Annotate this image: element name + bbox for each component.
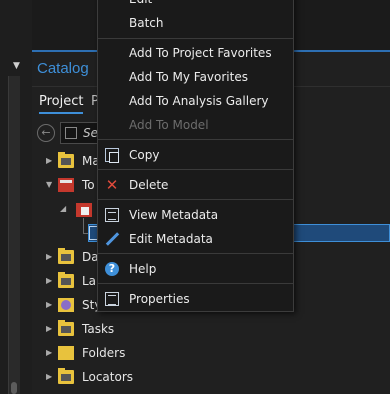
menu-item-edit-metadata[interactable]: Edit Metadata bbox=[98, 227, 293, 251]
chevron-down-icon[interactable]: ▼ bbox=[13, 61, 20, 71]
expand-arrow-icon[interactable]: ▶ bbox=[46, 294, 56, 316]
catalog-pane-title: Catalog bbox=[37, 60, 89, 77]
menu-item-label: Edit Metadata bbox=[129, 232, 213, 246]
menu-separator bbox=[98, 199, 293, 200]
toolboxes-folder-icon bbox=[58, 178, 74, 192]
menu-separator bbox=[98, 283, 293, 284]
left-panel-scrollbar-thumb[interactable] bbox=[11, 382, 17, 394]
expand-arrow-icon[interactable]: ▶ bbox=[46, 366, 56, 388]
expand-arrow-icon[interactable]: ▶ bbox=[46, 270, 56, 292]
help-icon: ? bbox=[105, 262, 119, 276]
menu-item-label: Copy bbox=[129, 148, 160, 162]
menu-item-label: Add To Analysis Gallery bbox=[129, 94, 269, 108]
search-placeholder: Se bbox=[83, 126, 98, 140]
styles-folder-icon bbox=[58, 298, 74, 312]
menu-item-edit[interactable]: Edit bbox=[98, 0, 293, 11]
menu-item-add-model: Add To Model bbox=[98, 113, 293, 137]
menu-separator bbox=[98, 169, 293, 170]
menu-item-label: Delete bbox=[129, 178, 169, 192]
menu-item-copy[interactable]: Copy bbox=[98, 143, 293, 167]
menu-item-label: Properties bbox=[129, 292, 190, 306]
menu-item-help[interactable]: ? Help bbox=[98, 257, 293, 281]
folders-folder-icon bbox=[58, 346, 74, 360]
tree-item-tasks[interactable]: ▶ Tasks bbox=[46, 318, 186, 340]
tree-item-label: Folders bbox=[82, 346, 126, 360]
menu-item-delete[interactable]: ✕ Delete bbox=[98, 173, 293, 197]
maps-folder-icon bbox=[58, 152, 74, 168]
databases-folder-icon bbox=[58, 248, 74, 264]
expand-arrow-icon[interactable]: ▶ bbox=[46, 318, 56, 340]
menu-item-label: Add To Model bbox=[129, 118, 209, 132]
menu-item-view-metadata[interactable]: View Metadata bbox=[98, 203, 293, 227]
menu-item-add-analysis-gallery[interactable]: Add To Analysis Gallery bbox=[98, 89, 293, 113]
menu-item-label: Edit bbox=[129, 0, 152, 11]
tree-item-label: La bbox=[82, 274, 97, 288]
layouts-folder-icon bbox=[58, 272, 74, 288]
menu-item-label: Add To My Favorites bbox=[129, 70, 248, 84]
expand-arrow-icon[interactable]: ▶ bbox=[46, 246, 56, 268]
menu-separator bbox=[98, 38, 293, 39]
copy-icon bbox=[105, 148, 119, 163]
context-menu: Edit Batch Add To Project Favorites Add … bbox=[97, 0, 294, 312]
tree-connector-line bbox=[83, 218, 84, 234]
collapse-arrow-icon[interactable]: ▼ bbox=[46, 174, 56, 196]
properties-icon bbox=[105, 292, 119, 306]
view-metadata-icon bbox=[105, 208, 119, 222]
back-arrow-icon[interactable]: ← bbox=[37, 124, 55, 142]
toolbox-icon[interactable] bbox=[76, 203, 92, 217]
tasks-folder-icon bbox=[58, 320, 74, 336]
collapse-arrow-icon[interactable]: ◢ bbox=[60, 204, 66, 213]
tree-item-label: Tasks bbox=[82, 322, 115, 336]
menu-item-label: Help bbox=[129, 262, 157, 276]
menu-item-add-my-favorites[interactable]: Add To My Favorites bbox=[98, 65, 293, 89]
edit-metadata-icon bbox=[105, 232, 119, 246]
tree-item-label: To bbox=[82, 178, 95, 192]
tree-item-label: Locators bbox=[82, 370, 133, 384]
locators-folder-icon bbox=[58, 368, 74, 384]
tab-project[interactable]: Project bbox=[39, 94, 84, 114]
menu-separator bbox=[98, 253, 293, 254]
tree-item-folders[interactable]: ▶ Folders bbox=[46, 342, 186, 364]
left-panel-scrollbar[interactable] bbox=[8, 76, 20, 394]
expand-arrow-icon[interactable]: ▶ bbox=[46, 342, 56, 364]
menu-item-label: View Metadata bbox=[129, 208, 219, 222]
tree-item-locators[interactable]: ▶ Locators bbox=[46, 366, 186, 388]
expand-arrow-icon[interactable]: ▶ bbox=[46, 150, 56, 172]
menu-item-batch[interactable]: Batch bbox=[98, 11, 293, 35]
menu-item-label: Batch bbox=[129, 16, 164, 30]
home-icon bbox=[65, 127, 77, 139]
menu-item-label: Add To Project Favorites bbox=[129, 46, 272, 60]
menu-item-properties[interactable]: Properties bbox=[98, 287, 293, 311]
menu-item-add-project-favorites[interactable]: Add To Project Favorites bbox=[98, 41, 293, 65]
menu-separator bbox=[98, 139, 293, 140]
delete-icon: ✕ bbox=[105, 176, 119, 194]
